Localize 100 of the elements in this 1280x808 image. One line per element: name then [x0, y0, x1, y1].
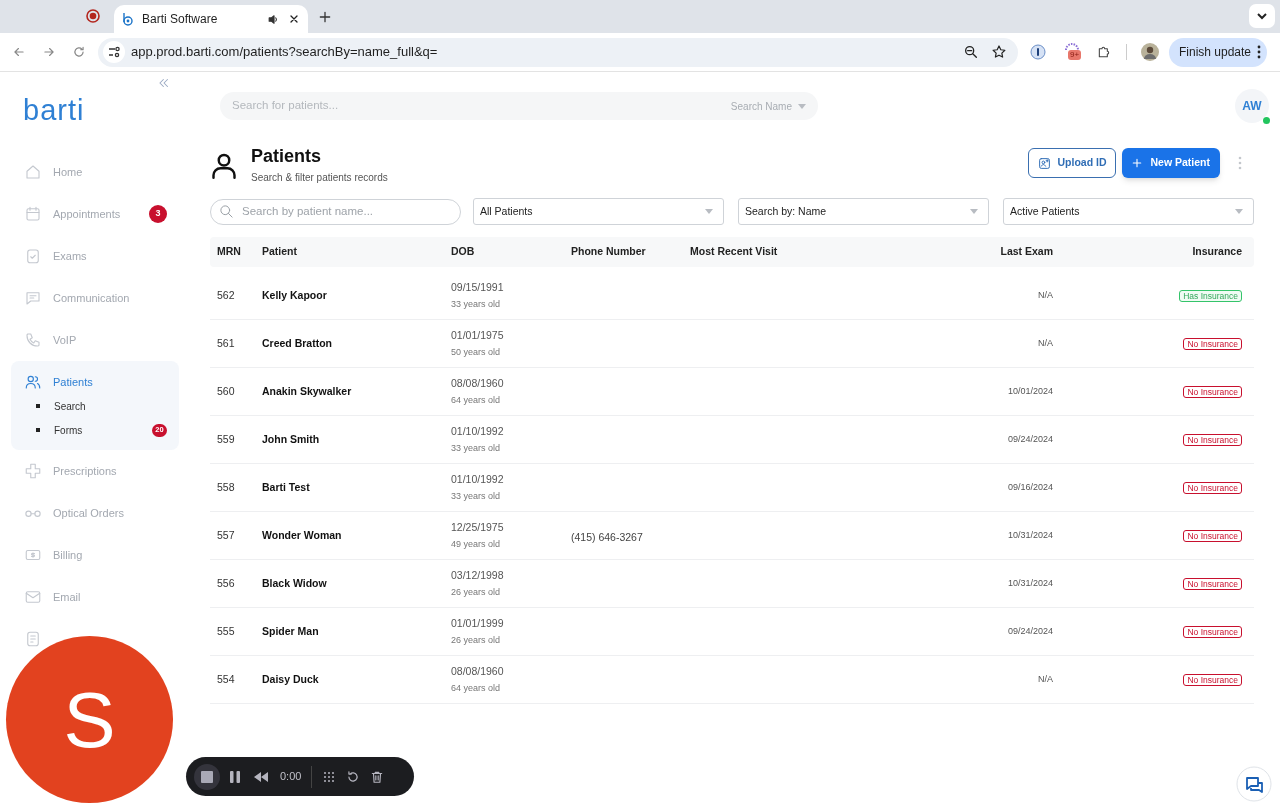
table-cell-text: 560 [216, 383, 236, 399]
nav-item[interactable]: Optical Orders [24, 501, 124, 525]
patient-search-field[interactable]: Search for patients... Search Name [220, 92, 818, 120]
table-cell-text: 559 [216, 431, 236, 447]
home-icon [24, 163, 42, 181]
nav-item[interactable]: Prescriptions [24, 459, 117, 483]
star-icon[interactable] [991, 44, 1007, 60]
nav-item[interactable]: Billing [24, 543, 83, 567]
nav-item[interactable]: Email [24, 585, 81, 609]
age-text: 26 years old [451, 587, 502, 598]
nav-item[interactable]: Patients [24, 370, 93, 394]
table-cell-text: Anakin Skywalker [261, 383, 353, 399]
nav-label: Billing [53, 547, 83, 563]
filter-dropdown[interactable]: Search by: Name [738, 198, 989, 225]
nav-item[interactable]: VoIP [24, 328, 77, 352]
search-mode: Search Name [730, 99, 792, 114]
table-cell-text: 562 [216, 287, 236, 303]
clipboard-icon [24, 247, 42, 265]
nav-label: Patients [53, 374, 93, 390]
chat-icon[interactable] [1236, 766, 1272, 802]
person-icon [210, 151, 238, 181]
sparkle-extension-icon[interactable] [1064, 42, 1080, 52]
puzzle-icon[interactable] [1096, 44, 1112, 60]
user-avatar[interactable]: AW [1235, 89, 1269, 123]
table-cell-text: N/A [1038, 672, 1053, 686]
table-cell-text: Spider Man [261, 623, 320, 639]
cross-icon [24, 462, 42, 480]
nav-label: Exams [53, 248, 87, 264]
column-header: Phone Number [570, 244, 647, 260]
zoom-out-icon[interactable] [963, 44, 979, 60]
timer-text: 0:00 [280, 769, 302, 785]
url-text: app.prod.barti.com/patients?searchBy=name_full&q= [131, 43, 439, 62]
caret-icon [970, 209, 978, 214]
dot-grid-icon[interactable] [322, 769, 337, 784]
new-tab-icon[interactable] [318, 10, 332, 24]
password-manager-icon[interactable] [1030, 44, 1046, 60]
plus-icon [1132, 158, 1143, 168]
tab-title: Barti Software [142, 11, 219, 28]
nav-item[interactable]: Appointments 3 [24, 202, 167, 226]
barti-logo: barti [23, 94, 85, 126]
dob-text: 01/01/1975 [451, 329, 505, 341]
insurance-tag: No Insurance [1183, 481, 1242, 494]
pause-icon[interactable] [230, 770, 240, 783]
restart-icon[interactable] [346, 769, 361, 784]
profile-avatar-icon[interactable] [1141, 43, 1159, 61]
nav-label: Prescriptions [53, 463, 117, 479]
mail-icon [24, 588, 42, 606]
table-cell-text: 10/31/2024 [1007, 576, 1053, 590]
phone-icon [24, 331, 42, 349]
nav-item[interactable]: Home [24, 160, 83, 184]
table-cell-text: 557 [216, 527, 236, 543]
nav-item[interactable]: Communication [24, 286, 130, 310]
back-icon[interactable] [12, 45, 26, 59]
address-bar[interactable]: app.prod.barti.com/patients?searchBy=name_full&q= [98, 37, 1018, 67]
site-settings-icon[interactable] [103, 41, 125, 63]
nav-label: VoIP [53, 332, 77, 348]
close-icon[interactable] [288, 13, 300, 25]
page-subtitle: Search & filter patients records [251, 171, 388, 185]
speaker-icon[interactable] [267, 12, 280, 26]
table-cell-text: John Smith [261, 431, 321, 447]
search-placeholder: Search for patients... [232, 98, 340, 114]
caret-icon [705, 209, 713, 214]
filter-dropdown[interactable]: Active Patients [1003, 198, 1254, 225]
column-header: MRN [216, 244, 242, 260]
filter-dropdown[interactable]: All Patients [473, 198, 724, 225]
forward-icon[interactable] [42, 45, 56, 59]
browser-tab[interactable]: Barti Software [114, 5, 308, 33]
table-cell: (415) 646-3267 [571, 530, 643, 543]
caret-icon [1235, 209, 1243, 214]
table-cell-text: 10/31/2024 [1007, 528, 1053, 542]
column-header: Insurance [1191, 244, 1243, 260]
nav-sublabel: Forms [54, 423, 84, 438]
more-icon[interactable] [1257, 45, 1262, 59]
trash-icon[interactable] [370, 769, 385, 784]
reload-icon[interactable] [72, 45, 86, 59]
finish-update-button[interactable]: Finish update [1169, 37, 1268, 67]
nav-label: Home [53, 164, 83, 180]
column-header: Patient [261, 244, 298, 260]
nav-subitem[interactable]: Search [11, 394, 179, 418]
record-icon[interactable] [86, 9, 100, 23]
search-placeholder: Search by patient name... [242, 203, 374, 219]
search-icon [219, 204, 234, 219]
user-initials: AW [1242, 98, 1262, 115]
new-patient-button[interactable]: New Patient [1122, 148, 1220, 178]
upload-id-button[interactable]: Upload ID [1028, 148, 1117, 178]
stop-icon[interactable] [194, 763, 220, 790]
age-text: 49 years old [451, 539, 502, 550]
table-cell-text: 09/24/2024 [1007, 624, 1053, 638]
table-cell-text: 556 [216, 575, 236, 591]
insurance-tag: No Insurance [1183, 673, 1242, 686]
tab-list-icon[interactable] [1248, 3, 1276, 29]
dropdown-value: Active Patients [1010, 203, 1081, 219]
age-text: 33 years old [451, 299, 502, 310]
insurance-tag: No Insurance [1183, 529, 1242, 542]
insurance-tag: No Insurance [1183, 577, 1242, 590]
rewind-icon[interactable] [254, 771, 268, 782]
dob-text: 08/08/1960 [451, 377, 505, 389]
table-cell-text: 555 [216, 623, 236, 639]
extension-badge: 9+ [1068, 50, 1082, 60]
nav-item[interactable]: Exams [24, 244, 87, 268]
